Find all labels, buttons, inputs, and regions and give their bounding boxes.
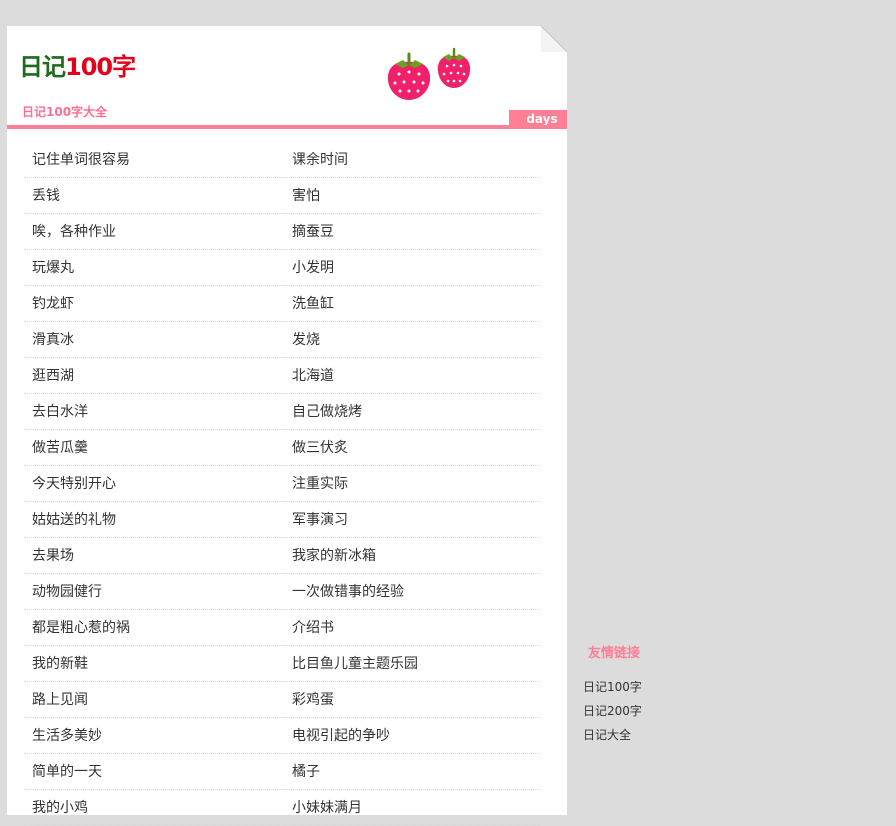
days-tab-label: days — [526, 112, 558, 126]
diary-entry-link[interactable]: 去白水洋 — [24, 394, 284, 430]
diary-entry-link[interactable]: 军事演习 — [284, 502, 540, 538]
diary-entry-link[interactable]: 我的小鸡 — [24, 790, 284, 826]
diary-entry-link[interactable]: 生活多美妙 — [24, 718, 284, 754]
logo-text-part1: 日记 — [19, 53, 66, 81]
header-divider — [7, 125, 567, 129]
diary-entry-link[interactable]: 害怕 — [284, 178, 540, 214]
diary-entry-link[interactable]: 一次做错事的经验 — [284, 574, 540, 610]
diary-entry-link[interactable]: 课余时间 — [284, 142, 540, 178]
friend-links-list: 日记100字 日记200字 日记大全 — [583, 675, 642, 747]
diary-entry-link[interactable]: 都是粗心惹的祸 — [24, 610, 284, 646]
page-fold-corner — [541, 26, 567, 52]
diary-entry-link[interactable]: 介绍书 — [284, 610, 540, 646]
diary-entry-link[interactable]: 自己做烧烤 — [284, 394, 540, 430]
diary-entry-link[interactable]: 北海道 — [284, 358, 540, 394]
content-panel: 日记100字 日记100字大全 days 记住单词很容易 课余时间 丢钱 害怕 唉，各种… — [7, 26, 567, 826]
site-logo[interactable]: 日记100字 — [19, 52, 136, 82]
diary-entry-link[interactable]: 做三伏炙 — [284, 430, 540, 466]
diary-entry-link[interactable]: 滑真冰 — [24, 322, 284, 358]
page-subtitle[interactable]: 日记100字大全 — [22, 103, 107, 120]
diary-entry-link[interactable]: 丢钱 — [24, 178, 284, 214]
diary-entry-link[interactable]: 注重实际 — [284, 466, 540, 502]
diary-entry-link[interactable]: 姑姑送的礼物 — [24, 502, 284, 538]
diary-entry-link[interactable]: 小发明 — [284, 250, 540, 286]
strawberry-icon — [437, 47, 471, 88]
diary-entry-link[interactable]: 摘蚕豆 — [284, 214, 540, 250]
diary-entry-link[interactable]: 钓龙虾 — [24, 286, 284, 322]
friend-link[interactable]: 日记大全 — [583, 723, 642, 747]
diary-entry-link[interactable]: 做苦瓜羹 — [24, 430, 284, 466]
diary-entry-link[interactable]: 橘子 — [284, 754, 540, 790]
diary-entry-link[interactable]: 彩鸡蛋 — [284, 682, 540, 718]
diary-entry-link[interactable]: 我家的新冰箱 — [284, 538, 540, 574]
friend-links-title: 友情链接 — [588, 646, 641, 661]
diary-entry-link[interactable]: 比目鱼儿童主题乐园 — [284, 646, 540, 682]
diary-entry-link[interactable]: 简单的一天 — [24, 754, 284, 790]
diary-entry-link[interactable]: 小妹妹满月 — [284, 790, 540, 826]
strawberry-icon — [387, 52, 431, 100]
diary-entry-link[interactable]: 唉，各种作业 — [24, 214, 284, 250]
diary-entry-list: 记住单词很容易 课余时间 丢钱 害怕 唉，各种作业 摘蚕豆 玩爆丸 小发明 钓龙虾 洗鱼缸 滑真冰发… — [24, 142, 540, 826]
diary-entry-link[interactable]: 洗鱼缸 — [284, 286, 540, 322]
friend-link[interactable]: 日记200字 — [583, 699, 642, 723]
diary-entry-link[interactable]: 逛西湖 — [24, 358, 284, 394]
logo-text-part2: 100字 — [65, 53, 136, 81]
diary-entry-link[interactable]: 玩爆丸 — [24, 250, 284, 286]
diary-entry-link[interactable]: 去果场 — [24, 538, 284, 574]
diary-entry-link[interactable]: 路上见闻 — [24, 682, 284, 718]
diary-entry-link[interactable]: 动物园健行 — [24, 574, 284, 610]
diary-entry-link[interactable]: 电视引起的争吵 — [284, 718, 540, 754]
diary-entry-link[interactable]: 今天特别开心 — [24, 466, 284, 502]
friend-link[interactable]: 日记100字 — [583, 675, 642, 699]
diary-entry-link[interactable]: 我的新鞋 — [24, 646, 284, 682]
diary-entry-link[interactable]: 发烧 — [284, 322, 540, 358]
friend-links-panel: 友情链接 日记100字 日记200字 日记大全 — [583, 642, 642, 747]
diary-entry-link[interactable]: 记住单词很容易 — [24, 142, 284, 178]
